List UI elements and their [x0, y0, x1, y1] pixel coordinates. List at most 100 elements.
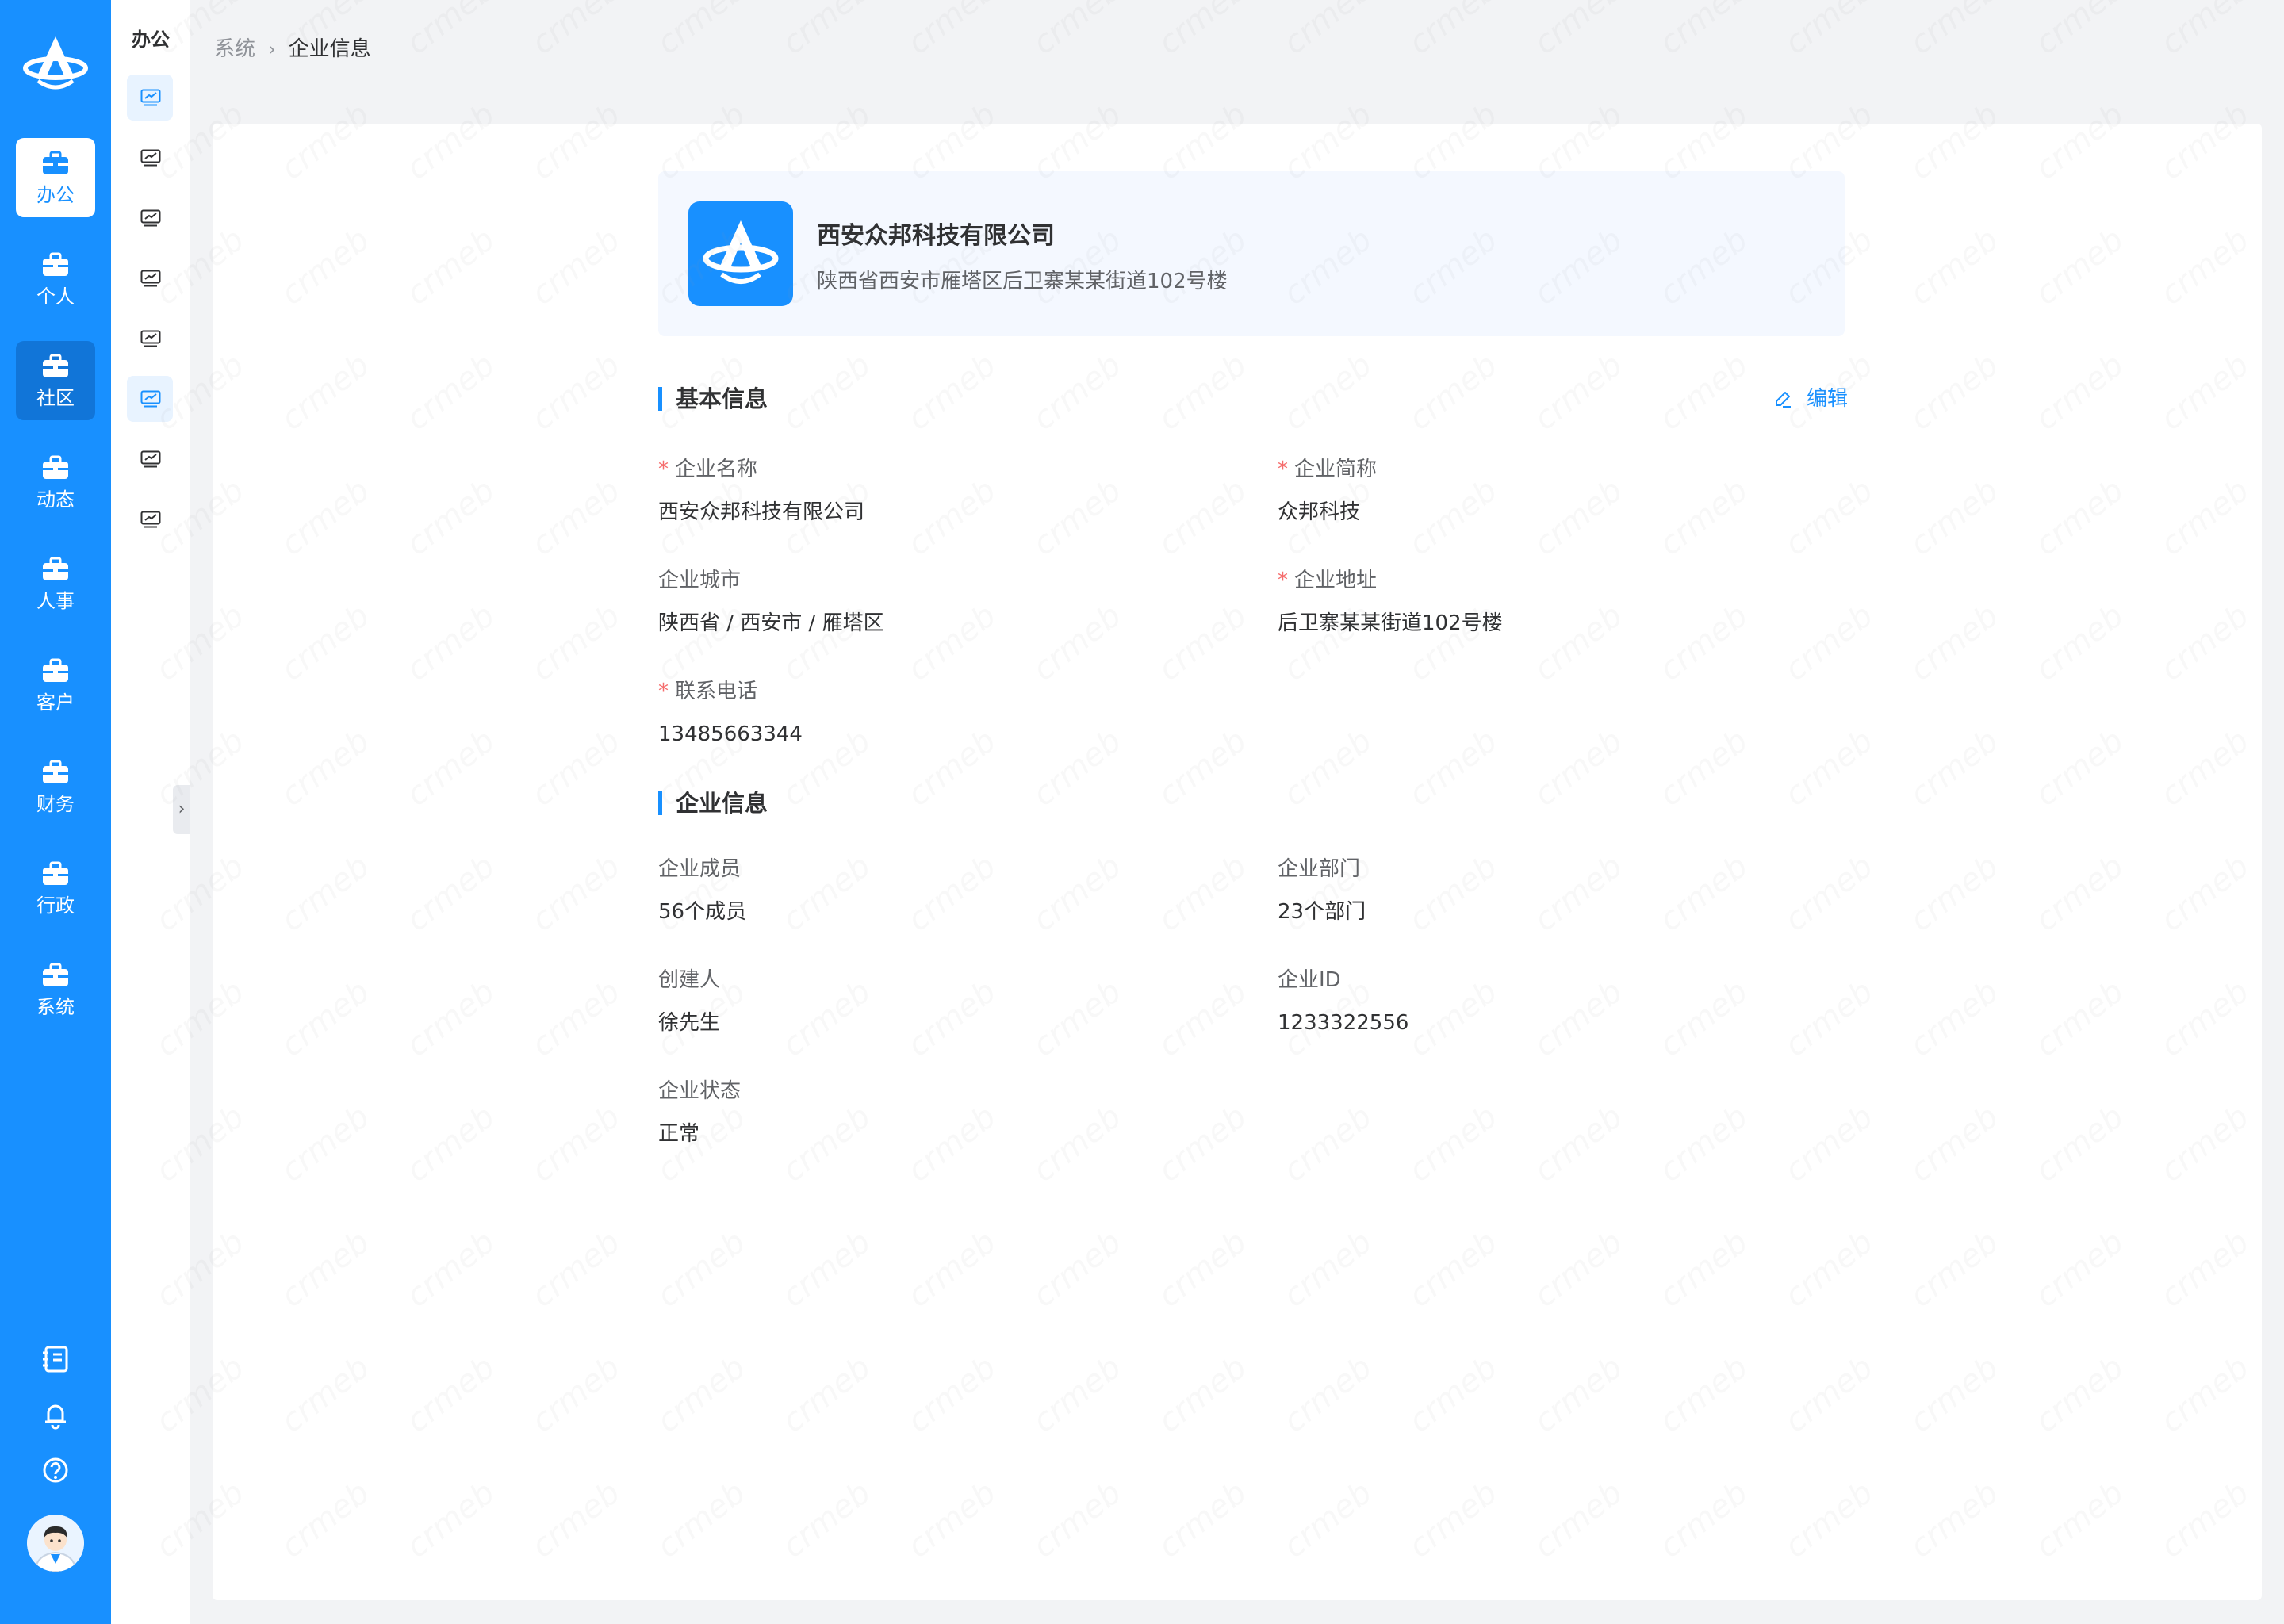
bell-icon[interactable] — [40, 1399, 71, 1431]
breadcrumb-parent[interactable]: 系统 — [214, 37, 255, 61]
chart-monitor-icon — [140, 511, 161, 528]
nav-item-label: 财务 — [36, 793, 75, 815]
subnav-item[interactable] — [127, 75, 173, 121]
field-company-name: * 企业名称 西安众邦科技有限公司 — [658, 457, 1213, 525]
watermark-text: crmeb — [1402, 0, 1504, 62]
briefcase-icon — [42, 354, 69, 379]
subnav-item[interactable] — [127, 376, 173, 422]
briefcase-icon — [42, 760, 69, 785]
watermark-text: crmeb — [2154, 0, 2256, 62]
nav-item-office[interactable]: 办公 — [16, 138, 95, 217]
briefcase-icon — [42, 658, 69, 684]
nav-item-label: 社区 — [36, 387, 75, 409]
collapse-sidebar-button[interactable]: › — [173, 785, 190, 834]
chart-monitor-icon — [140, 89, 161, 106]
watermark-text: crmeb — [1277, 0, 1379, 62]
nav-item-label: 行政 — [36, 894, 75, 917]
subnav-item[interactable] — [127, 436, 173, 482]
nav-item-label: 客户 — [36, 691, 75, 714]
watermark-text: crmeb — [1653, 0, 1755, 62]
edit-button[interactable]: 编辑 — [1773, 385, 1848, 412]
field-value: 正常 — [658, 1122, 700, 1146]
field-value: 56个成员 — [658, 900, 747, 924]
nav-item-system[interactable]: 系统 — [16, 950, 95, 1029]
field-value: 1233322556 — [1278, 1011, 1409, 1035]
nav-item-community[interactable]: 社区 — [16, 341, 95, 420]
chart-monitor-icon — [140, 209, 161, 227]
watermark-text: crmeb — [2029, 0, 2131, 62]
nav-item-label: 人事 — [36, 590, 75, 612]
field-label: 企业部门 — [1278, 857, 1361, 881]
field-departments: 企业部门 23个部门 — [1278, 856, 1833, 925]
notebook-icon[interactable] — [40, 1343, 71, 1375]
edit-label: 编辑 — [1807, 387, 1849, 411]
required-mark: * — [1278, 569, 1288, 592]
watermark-text: crmeb — [1026, 0, 1129, 62]
field-value: 陕西省 / 西安市 / 雁塔区 — [658, 611, 884, 635]
watermark-text: crmeb — [776, 0, 878, 62]
field-label: 企业成员 — [658, 857, 742, 881]
required-mark: * — [658, 680, 669, 703]
nav-item-label: 动态 — [36, 488, 75, 511]
field-value: 后卫寨某某街道102号楼 — [1278, 611, 1503, 635]
nav-item-label: 系统 — [36, 996, 75, 1018]
field-label: 企业ID — [1278, 968, 1341, 992]
subnav-item[interactable] — [127, 316, 173, 362]
watermark-text: crmeb — [1903, 0, 2006, 62]
briefcase-icon — [42, 963, 69, 988]
nav-item-admin[interactable]: 行政 — [16, 848, 95, 928]
chart-monitor-icon — [140, 390, 161, 408]
field-company-status: 企业状态 正常 — [658, 1078, 1213, 1147]
field-label: 企业简称 — [1294, 458, 1378, 481]
briefcase-icon — [42, 151, 69, 176]
field-label: 联系电话 — [675, 680, 758, 703]
company-card: 西安众邦科技有限公司 陕西省西安市雁塔区后卫寨某某街道102号楼 — [658, 171, 1845, 336]
nav-item-customer[interactable]: 客户 — [16, 645, 95, 725]
breadcrumb: 系统 › 企业信息 — [214, 33, 371, 65]
subnav-title: 办公 — [132, 29, 170, 51]
subnav-item[interactable] — [127, 255, 173, 301]
field-label: 企业名称 — [675, 458, 758, 481]
field-value: 众邦科技 — [1278, 500, 1361, 524]
company-name: 西安众邦科技有限公司 — [817, 222, 1055, 250]
nav-item-hr[interactable]: 人事 — [16, 544, 95, 623]
nav-item-label: 个人 — [36, 285, 75, 308]
chart-monitor-icon — [140, 330, 161, 347]
required-mark: * — [1278, 458, 1288, 481]
section-title-basic-info: 基本信息 — [658, 385, 768, 412]
field-company-address: * 企业地址 后卫寨某某街道102号楼 — [1278, 568, 1833, 636]
main-panel: 西安众邦科技有限公司 陕西省西安市雁塔区后卫寨某某街道102号楼 基本信息 编辑… — [213, 124, 2262, 1600]
briefcase-icon — [42, 252, 69, 278]
field-value: 徐先生 — [658, 1011, 721, 1035]
subnav-item[interactable] — [127, 496, 173, 542]
company-logo — [688, 201, 793, 306]
avatar[interactable] — [27, 1515, 84, 1572]
watermark-text: crmeb — [650, 0, 753, 62]
subnav-item[interactable] — [127, 195, 173, 241]
nav-item-dynamics[interactable]: 动态 — [16, 442, 95, 522]
field-company-short-name: * 企业简称 众邦科技 — [1278, 457, 1833, 525]
field-label: 企业地址 — [1294, 569, 1378, 592]
field-label: 创建人 — [658, 968, 721, 992]
briefcase-icon — [42, 861, 69, 887]
briefcase-icon — [42, 455, 69, 481]
field-label: 企业城市 — [658, 569, 742, 592]
watermark-text: crmeb — [1778, 0, 1880, 62]
chart-monitor-icon — [140, 450, 161, 468]
primary-sidebar: 办公 个人 社区 动态 人事 客户 财务 行政 系统 — [0, 0, 111, 1624]
chart-monitor-icon — [140, 270, 161, 287]
nav-item-finance[interactable]: 财务 — [16, 747, 95, 826]
field-company-city: 企业城市 陕西省 / 西安市 / 雁塔区 — [658, 568, 1213, 636]
subnav-item[interactable] — [127, 135, 173, 181]
help-icon[interactable] — [40, 1454, 71, 1486]
briefcase-icon — [42, 557, 69, 582]
field-company-id: 企业ID 1233322556 — [1278, 967, 1833, 1036]
watermark-text: crmeb — [525, 0, 627, 62]
nav-item-personal[interactable]: 个人 — [16, 239, 95, 319]
field-value: 西安众邦科技有限公司 — [658, 500, 865, 524]
watermark-text: crmeb — [1152, 0, 1254, 62]
field-members: 企业成员 56个成员 — [658, 856, 1213, 925]
app-logo[interactable] — [19, 32, 92, 95]
required-mark: * — [658, 458, 669, 481]
breadcrumb-current: 企业信息 — [288, 37, 371, 61]
